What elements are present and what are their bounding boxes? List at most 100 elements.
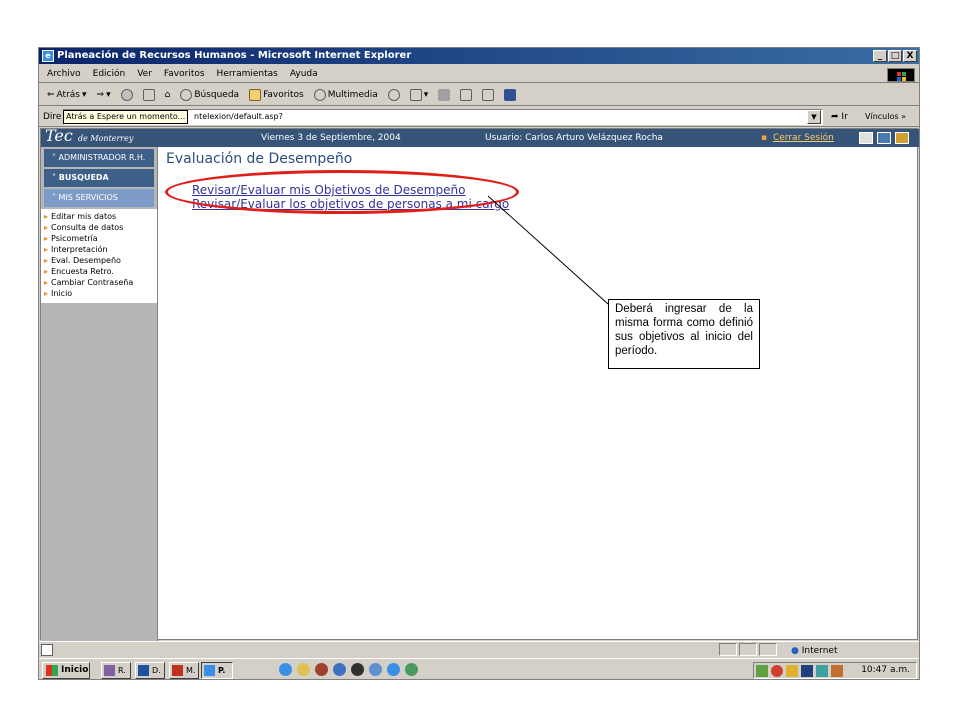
- links-toolbar[interactable]: Vínculos »: [865, 107, 906, 127]
- sidebar-section-admin[interactable]: ˄ ADMINISTRADOR R.H.: [44, 149, 154, 167]
- globe-icon: ●: [791, 646, 799, 656]
- tray-network-icon[interactable]: [801, 665, 813, 677]
- sidebar-item-interpretacion[interactable]: ▸ Interpretación: [41, 244, 157, 255]
- toolbar: ⇐ Atrás ▾ ⇒ ▾ ⌂ Búsqueda Favoritos Multi…: [39, 84, 919, 106]
- sidebar-item-inicio[interactable]: ▸ Inicio: [41, 288, 157, 299]
- browser-icon[interactable]: [387, 663, 400, 676]
- powerpoint-icon: [172, 665, 183, 676]
- forward-dropdown-icon[interactable]: ▾: [106, 84, 111, 106]
- sidebar-item-label: Encuesta Retro.: [51, 267, 114, 276]
- app-icon[interactable]: [315, 663, 328, 676]
- sidebar-item-label: Eval. Desempeño: [51, 256, 121, 265]
- logout-link[interactable]: ▪ Cerrar Sesión: [761, 129, 834, 147]
- home-button[interactable]: ⌂: [163, 86, 173, 104]
- menu-edicion[interactable]: Edición: [93, 65, 126, 82]
- arrow-right-icon: ▸: [44, 212, 49, 221]
- messenger-button[interactable]: [502, 86, 518, 104]
- sidebar-item-editar[interactable]: ▸ Editar mis datos: [41, 211, 157, 222]
- help-icon[interactable]: [895, 132, 909, 144]
- sidebar-item-psicometria[interactable]: ▸ Psicometría: [41, 233, 157, 244]
- sidebar-item-label: Inicio: [51, 289, 73, 298]
- quick-launch: [279, 663, 418, 676]
- back-button[interactable]: ⇐ Atrás ▾: [45, 86, 89, 104]
- address-dropdown-icon[interactable]: ▼: [807, 110, 821, 124]
- window-title: Planeación de Recursos Humanos - Microso…: [57, 50, 412, 61]
- outlook-icon[interactable]: [369, 663, 382, 676]
- media-icon[interactable]: [333, 663, 346, 676]
- refresh-button[interactable]: [141, 86, 157, 104]
- ie-icon: [204, 665, 215, 676]
- sidebar-menu: ▸ Editar mis datos ▸ Consulta de datos ▸ Ps…: [41, 209, 157, 303]
- tray-folder-icon[interactable]: [786, 665, 798, 677]
- go-label: Ir: [841, 112, 848, 122]
- menu-archivo[interactable]: Archivo: [47, 65, 81, 82]
- messenger-icon: [504, 88, 517, 101]
- discuss-button[interactable]: [480, 86, 496, 104]
- task-button-p[interactable]: P.: [201, 662, 233, 679]
- tray-security-icon[interactable]: [771, 665, 783, 677]
- status-bar: ● Internet: [39, 641, 919, 657]
- sidebar-item-cambiar-contrasena[interactable]: ▸ Cambiar Contraseña: [41, 277, 157, 288]
- tray-sound-icon[interactable]: [831, 665, 843, 677]
- clock: 10:47 a.m.: [861, 665, 910, 675]
- menu-favoritos[interactable]: Favoritos: [164, 65, 205, 82]
- forward-button[interactable]: ⇒ ▾: [95, 86, 113, 104]
- history-button[interactable]: [386, 86, 402, 104]
- minimize-button[interactable]: _: [873, 50, 887, 62]
- sidebar-section-busqueda[interactable]: ˄ BUSQUEDA: [44, 169, 154, 187]
- menu-bar: Archivo Edición Ver Favoritos Herramient…: [39, 65, 919, 83]
- window-icon[interactable]: [877, 132, 891, 144]
- sidebar-item-consulta[interactable]: ▸ Consulta de datos: [41, 222, 157, 233]
- edit-button[interactable]: [458, 86, 474, 104]
- title-bar: e Planeación de Recursos Humanos - Micro…: [39, 48, 919, 64]
- sidebar-section-label: MIS SERVICIOS: [58, 193, 118, 202]
- favorites-icon: [249, 88, 262, 101]
- ie-icon[interactable]: [279, 663, 292, 676]
- start-label: Inicio: [61, 665, 89, 675]
- tray-monitor-icon[interactable]: [816, 665, 828, 677]
- chevron-up-icon: ˄: [52, 173, 59, 182]
- menu-ayuda[interactable]: Ayuda: [290, 65, 318, 82]
- browser-window: e Planeación de Recursos Humanos - Micro…: [38, 47, 920, 680]
- menu-ver[interactable]: Ver: [137, 65, 152, 82]
- player-icon[interactable]: [351, 663, 364, 676]
- windows-logo-icon: [887, 68, 915, 82]
- discuss-icon: [482, 88, 495, 101]
- sidebar-item-eval-desempeno[interactable]: ▸ Eval. Desempeño: [41, 255, 157, 266]
- multimedia-button[interactable]: Multimedia: [312, 86, 380, 104]
- mail-dropdown-icon: ▾: [423, 89, 429, 100]
- stop-button[interactable]: [119, 86, 135, 104]
- arrow-right-icon: ▸: [44, 234, 49, 243]
- close-button[interactable]: X: [903, 50, 917, 62]
- desktop-icon[interactable]: [297, 663, 310, 676]
- menu-herramientas[interactable]: Herramientas: [217, 65, 278, 82]
- favorites-button[interactable]: Favoritos: [247, 86, 306, 104]
- sidebar-item-label: Consulta de datos: [51, 223, 124, 232]
- tray-app-icon[interactable]: [756, 665, 768, 677]
- sidebar-section-label: ADMINISTRADOR R.H.: [58, 153, 146, 162]
- back-dropdown-icon[interactable]: ▾: [82, 84, 87, 106]
- sidebar-section-mis-servicios[interactable]: ˅ MIS SERVICIOS: [44, 189, 154, 207]
- print-button[interactable]: [436, 86, 452, 104]
- bullet-icon: ▪: [761, 133, 768, 143]
- task-label: D.: [152, 666, 161, 675]
- start-button[interactable]: Inicio: [42, 662, 90, 679]
- task-button-d[interactable]: D.: [135, 662, 165, 679]
- page-title: Evaluación de Desempeño: [166, 151, 353, 167]
- search-button[interactable]: Búsqueda: [178, 86, 241, 104]
- edit-icon: [460, 88, 473, 101]
- sitemap-icon[interactable]: [859, 132, 873, 144]
- task-button-r[interactable]: R.: [101, 662, 131, 679]
- arrow-right-icon: ▸: [44, 267, 49, 276]
- back-label: Atrás: [56, 89, 80, 100]
- zone-label: Internet: [801, 646, 838, 656]
- messenger-icon[interactable]: [405, 663, 418, 676]
- brand-sub: de Monterrey: [77, 134, 134, 143]
- site-logo[interactable]: Tec de Monterrey: [45, 127, 133, 148]
- task-button-m[interactable]: M.: [169, 662, 199, 679]
- maximize-button[interactable]: □: [888, 50, 902, 62]
- word-icon: [138, 665, 149, 676]
- go-button[interactable]: ➦ Ir: [831, 107, 848, 127]
- sidebar-item-encuesta[interactable]: ▸ Encuesta Retro.: [41, 266, 157, 277]
- mail-button[interactable]: ▾: [408, 86, 431, 104]
